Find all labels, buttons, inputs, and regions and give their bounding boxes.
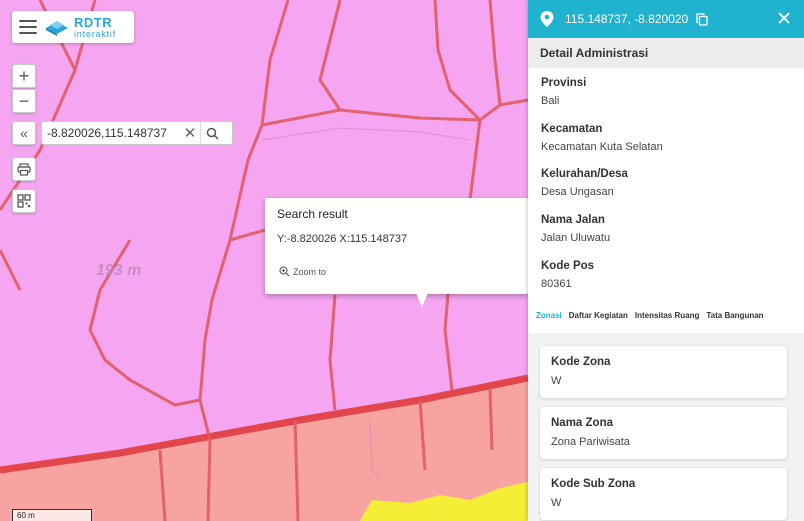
field-nama-jalan: Nama Jalan Jalan Uluwatu — [528, 214, 610, 244]
card-value: W — [551, 497, 562, 509]
popup-coords: Y:-8.820026 X:115.148737 — [277, 233, 408, 245]
tab-tata-bangunan[interactable]: Tata Bangunan — [706, 311, 763, 320]
search-input[interactable] — [42, 126, 180, 140]
card-label: Nama Zona — [551, 417, 613, 429]
search-icon — [206, 127, 219, 140]
card-label: Kode Sub Zona — [551, 478, 636, 490]
tab-bar: Zonasi Daftar Kegiatan Intensitas Ruang … — [528, 311, 804, 320]
zoom-in-button[interactable]: + — [12, 64, 36, 88]
distance-label: 193 m — [96, 262, 142, 279]
copy-icon[interactable] — [696, 12, 708, 26]
logo-title: RDTR — [74, 14, 113, 30]
field-kode-pos: Kode Pos 80361 — [528, 260, 594, 290]
card-label: Kode Zona — [551, 356, 611, 368]
card-value: Zona Pariwisata — [551, 436, 630, 448]
qr-code-icon — [17, 194, 31, 208]
hamburger-menu-icon[interactable] — [19, 20, 37, 34]
logo-subtitle: interaktif — [74, 28, 117, 39]
tab-zonasi[interactable]: Zonasi — [536, 311, 562, 320]
zoom-to-label: Zoom to — [293, 266, 327, 277]
close-icon[interactable]: ✕ — [776, 8, 792, 31]
print-button[interactable] — [12, 157, 36, 181]
app-header: RDTR interaktif — [12, 11, 134, 43]
zoom-icon — [279, 266, 290, 277]
location-pointer — [416, 293, 428, 307]
tab-intensitas-ruang[interactable]: Intensitas Ruang — [635, 311, 699, 320]
field-label: Kode Pos — [541, 260, 595, 272]
card-kode-zona: Kode Zona W — [540, 346, 787, 398]
detail-panel: 115.148737, -8.820020 ✕ Detail Administr… — [528, 0, 804, 521]
field-kelurahan: Kelurahan/Desa Desa Ungasan — [528, 168, 628, 198]
section-title: Detail Administrasi — [528, 38, 804, 68]
location-pin-icon — [540, 11, 554, 27]
zoom-out-button[interactable]: − — [12, 89, 36, 113]
coordinate-search: ✕ — [41, 121, 233, 145]
field-value: Desa Ungasan — [541, 186, 614, 198]
field-value: Bali — [541, 95, 560, 107]
card-value: W — [551, 375, 562, 387]
field-value: 80361 — [541, 278, 572, 290]
printer-icon — [17, 162, 31, 176]
zoom-to-link[interactable]: Zoom to — [279, 266, 326, 277]
tab-content: Kode Zona W Nama Zona Zona Pariwisata Ko… — [528, 333, 804, 521]
popup-title: Search result — [277, 207, 348, 221]
field-kecamatan: Kecamatan Kecamatan Kuta Selatan — [528, 123, 663, 153]
field-label: Kelurahan/Desa — [541, 168, 628, 180]
card-nama-zona: Nama Zona Zona Pariwisata — [540, 407, 787, 459]
search-result-popup: Search result Y:-8.820026 X:115.148737 Z… — [265, 198, 528, 294]
qr-code-button[interactable] — [12, 189, 36, 213]
field-label: Kecamatan — [541, 123, 603, 135]
panel-header: 115.148737, -8.820020 ✕ — [528, 0, 804, 38]
field-provinsi: Provinsi Bali — [528, 77, 586, 107]
field-label: Provinsi — [541, 77, 587, 89]
scale-bar: 60 m — [12, 509, 92, 521]
field-value: Jalan Uluwatu — [541, 232, 611, 244]
card-kode-sub-zona: Kode Sub Zona W — [540, 468, 787, 520]
tab-daftar-kegiatan[interactable]: Daftar Kegiatan — [569, 311, 628, 320]
field-label: Nama Jalan — [541, 214, 605, 226]
clear-icon[interactable]: ✕ — [180, 124, 200, 142]
rdtr-logo-icon — [46, 21, 68, 36]
collapse-search-button[interactable]: « — [12, 121, 36, 145]
search-button[interactable] — [200, 122, 224, 144]
field-value: Kecamatan Kuta Selatan — [541, 141, 663, 153]
header-coordinate: 115.148737, -8.820020 — [565, 12, 689, 26]
